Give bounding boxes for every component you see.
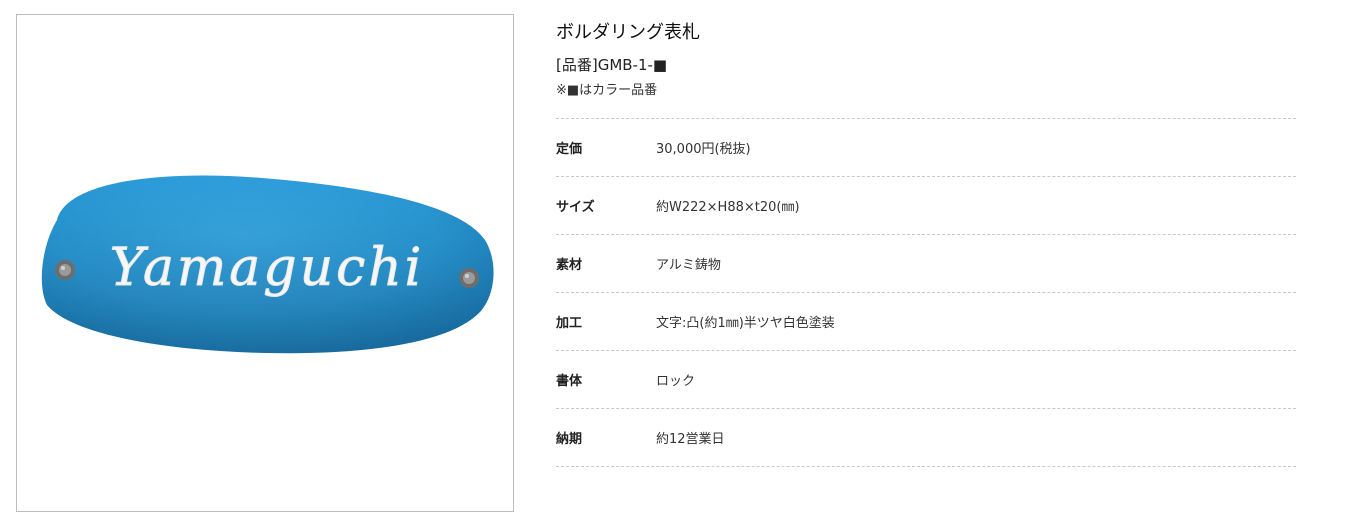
product-info: ボルダリング表札 [品番]GMB-1-■ ※■はカラー品番 定価 30,000円… [556,20,1296,467]
right-screw-icon [459,268,479,288]
product-image: Yamaguchi [41,175,494,354]
spec-row-processing: 加工 文字:凸(約1㎜)半ツヤ白色塗装 [556,293,1296,351]
spec-label: 書体 [556,374,583,389]
spec-label: 加工 [556,316,583,331]
spec-row-size: サイズ 約W222×H88×t20(㎜) [556,177,1296,235]
product-title: ボルダリング表札 [556,22,700,43]
product-note: ※■はカラー品番 [556,83,658,98]
spec-label: 納期 [556,432,583,447]
spec-label: 定価 [556,142,583,157]
product-code: [品番]GMB-1-■ [556,56,668,74]
spec-row-typeface: 書体 ロック [556,351,1296,409]
spec-label: 素材 [556,258,583,273]
spec-value: 文字:凸(約1㎜)半ツヤ白色塗装 [656,316,835,331]
spec-row-material: 素材 アルミ鋳物 [556,235,1296,293]
spec-label: サイズ [556,200,595,215]
left-screw-icon [55,260,75,280]
spec-table: 定価 30,000円(税抜) サイズ 約W222×H88×t20(㎜) 素材 ア… [556,118,1296,467]
spec-value: 約W222×H88×t20(㎜) [656,200,800,215]
spec-value: アルミ鋳物 [656,258,721,273]
product-image-frame: Yamaguchi [16,14,514,512]
spec-row-delivery: 納期 約12営業日 [556,409,1296,467]
spec-value: 約12営業日 [656,432,725,447]
spec-value: 30,000円(税抜) [656,142,751,157]
spec-value: ロック [656,374,696,389]
spec-row-price: 定価 30,000円(税抜) [556,119,1296,177]
plate-lettering: Yamaguchi [110,238,425,298]
